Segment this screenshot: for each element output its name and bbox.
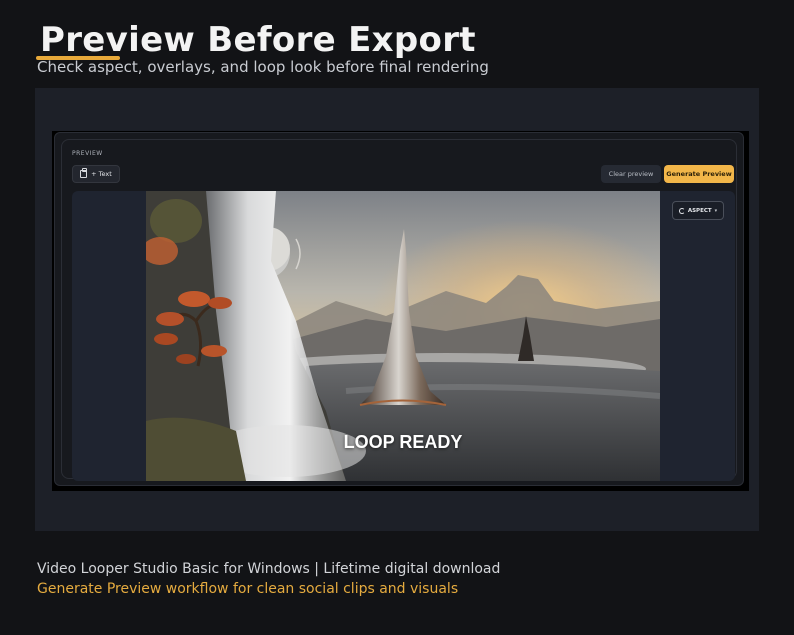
page-title: Preview Before Export: [40, 20, 476, 60]
clipboard-icon: [80, 168, 88, 178]
product-line: Video Looper Studio Basic for Windows | …: [37, 561, 501, 577]
add-text-label: + Text: [91, 170, 112, 178]
tagline: Generate Preview workflow for clean soci…: [37, 581, 459, 597]
add-text-button[interactable]: + Text: [72, 165, 120, 183]
preview-image: LOOP READY: [146, 191, 660, 481]
page: Preview Before Export Check aspect, over…: [0, 0, 794, 635]
rotate-icon: [678, 207, 685, 214]
preview-canvas[interactable]: LOOP READY ASPECT ▾: [72, 191, 735, 481]
section-label: PREVIEW: [72, 150, 103, 157]
generate-preview-button[interactable]: Generate Preview: [664, 165, 734, 183]
page-subtitle: Check aspect, overlays, and loop look be…: [37, 58, 489, 76]
preview-card: PREVIEW + Text Clear preview Generate Pr…: [61, 139, 737, 481]
aspect-label: ASPECT: [687, 207, 712, 214]
screenshot-stage: PREVIEW + Text Clear preview Generate Pr…: [35, 88, 759, 531]
aspect-dropdown[interactable]: ASPECT ▾: [672, 201, 724, 220]
chevron-down-icon: ▾: [714, 207, 718, 214]
app-window: PREVIEW + Text Clear preview Generate Pr…: [54, 132, 744, 486]
clear-preview-button[interactable]: Clear preview: [601, 165, 661, 183]
overlay-text[interactable]: LOOP READY: [146, 432, 660, 453]
